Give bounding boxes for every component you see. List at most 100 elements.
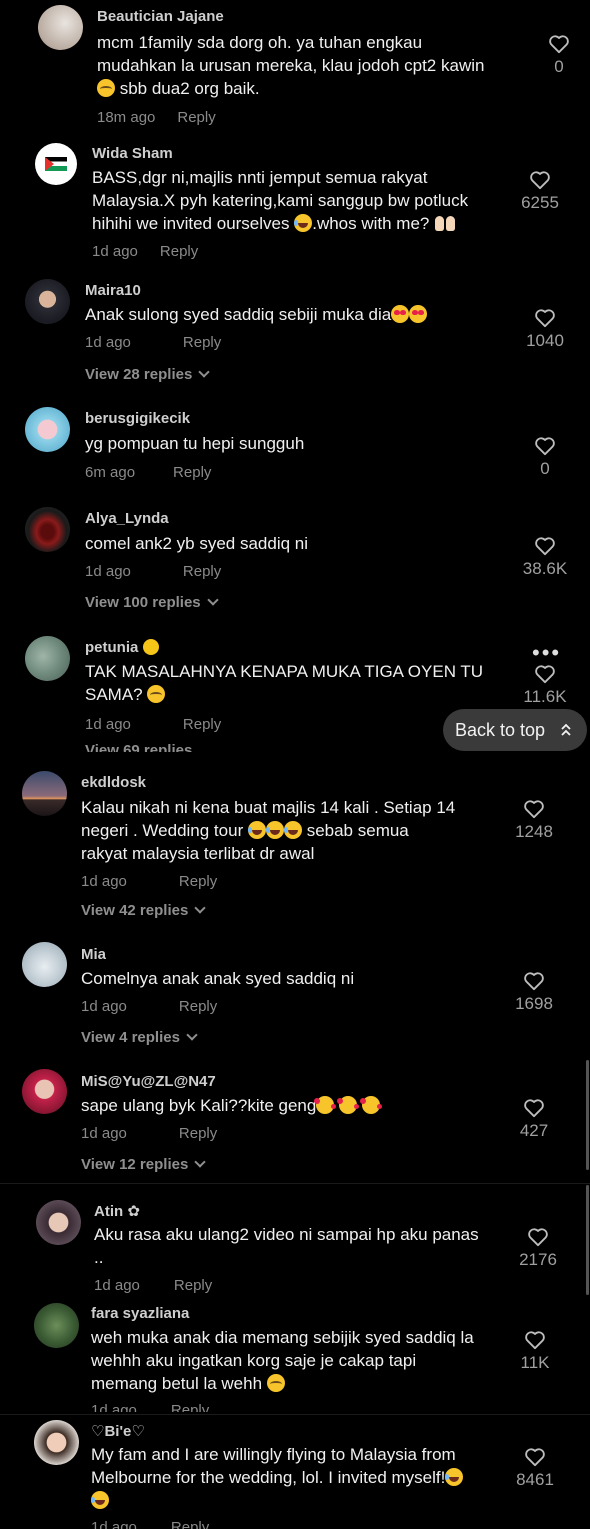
reply-button[interactable]: Reply <box>179 998 217 1015</box>
flower-emoji-icon <box>142 639 159 655</box>
reply-button[interactable]: Reply <box>183 716 221 733</box>
like-button[interactable]: 0 <box>529 34 589 77</box>
reply-button[interactable]: Reply <box>177 109 215 126</box>
party-face-emoji-icon <box>337 1096 360 1114</box>
comment-username[interactable]: petunia <box>85 639 159 656</box>
like-count: 427 <box>519 1121 549 1140</box>
view-replies-button[interactable]: View 28 replies <box>85 366 210 383</box>
avatar[interactable] <box>34 1303 79 1348</box>
laughing-emoji-icon <box>265 821 284 839</box>
like-count: 0 <box>554 57 564 76</box>
like-button[interactable]: 427 <box>504 1098 564 1141</box>
comment-text: comel ank2 yb syed saddiq ni <box>85 534 309 553</box>
like-button[interactable]: 6255 <box>510 170 570 213</box>
comment-text: Comelnya anak anak syed saddiq ni <box>81 969 355 988</box>
view-replies-button[interactable]: View 100 replies <box>85 594 219 611</box>
heart-icon <box>525 1331 545 1350</box>
comment-text: BASS,dgr ni,majlis nnti jemput semua rak… <box>92 168 469 233</box>
avatar[interactable] <box>25 407 70 452</box>
comment-username[interactable]: Alya_Lynda <box>85 510 169 527</box>
like-count: 11.6K <box>523 687 567 706</box>
avatar[interactable] <box>22 942 67 987</box>
comment-username[interactable]: berusgigikecik <box>85 410 190 427</box>
laughing-emoji-icon <box>247 821 266 839</box>
like-count: 1040 <box>526 331 564 350</box>
avatar[interactable] <box>38 5 83 50</box>
double-chevron-up-icon <box>561 723 571 736</box>
like-button[interactable]: 11K <box>505 1330 565 1373</box>
comment-text: TAK MASALAHNYA KENAPA MUKA TIGA OYEN TU … <box>85 662 484 704</box>
reply-button[interactable]: Reply <box>173 464 211 481</box>
avatar[interactable] <box>22 1069 67 1114</box>
comment-username[interactable]: Wida Sham <box>92 145 173 162</box>
avatar[interactable] <box>25 279 70 324</box>
reply-button[interactable]: Reply <box>179 873 217 890</box>
avatar[interactable] <box>25 636 70 681</box>
laughing-emoji-icon <box>283 821 302 839</box>
like-button[interactable]: 0 <box>515 436 575 479</box>
avatar[interactable] <box>22 771 67 816</box>
raising-hands-emoji-icon <box>434 214 456 232</box>
comment-text: sape ulang byk Kali??kite geng <box>81 1094 501 1117</box>
like-count: 38.6K <box>522 559 568 578</box>
comment-username[interactable]: MiS@Yu@ZL@N47 <box>81 1073 216 1090</box>
reply-button[interactable]: Reply <box>183 563 221 580</box>
avatar[interactable] <box>36 1200 81 1245</box>
like-count: 0 <box>540 459 550 478</box>
comment-username[interactable]: Beautician Jajane <box>97 8 224 25</box>
crying-emoji-icon <box>266 1374 285 1392</box>
reply-button[interactable]: Reply <box>174 1277 212 1294</box>
laughing-emoji-icon <box>294 214 313 232</box>
comment-username[interactable]: ekdldosk <box>81 774 146 791</box>
reply-button[interactable]: Reply <box>183 334 221 351</box>
back-to-top-button[interactable]: Back to top <box>443 709 587 751</box>
comment-username[interactable]: Atin ✿ <box>94 1202 140 1220</box>
comment-meta: 1d ago Reply <box>85 716 222 733</box>
back-to-top-label: Back to top <box>455 720 546 740</box>
heart-icon <box>535 437 555 456</box>
heart-icon <box>524 972 544 991</box>
comment-username[interactable]: Mia <box>81 946 106 963</box>
more-options-icon[interactable]: ••• <box>532 640 561 666</box>
scrollbar[interactable] <box>586 1185 589 1295</box>
view-replies-button[interactable]: View 4 replies <box>81 1029 198 1046</box>
avatar[interactable] <box>34 1420 79 1465</box>
like-button[interactable]: 8461 <box>505 1447 565 1490</box>
comment-text: mcm 1family sda dorg oh. ya tuhan engkau… <box>97 33 485 98</box>
like-button[interactable]: 1698 <box>504 971 564 1014</box>
divider <box>0 1414 590 1415</box>
avatar[interactable] <box>35 143 77 185</box>
heart-icon <box>535 537 555 556</box>
scrollbar[interactable] <box>586 1060 589 1170</box>
comment-meta: 1d ago Reply <box>81 998 218 1015</box>
chevron-down-icon <box>194 902 206 914</box>
avatar[interactable] <box>25 507 70 552</box>
laughing-emoji-icon <box>91 1491 109 1509</box>
comment-username[interactable]: fara syazliana <box>91 1305 189 1322</box>
view-replies-button[interactable]: View 12 replies <box>81 1156 206 1173</box>
like-button[interactable]: 11.6K <box>515 664 575 707</box>
like-count: 11K <box>520 1353 550 1372</box>
comment-text: Aku rasa aku ulang2 video ni sampai hp a… <box>94 1225 479 1267</box>
view-replies-button[interactable]: View 42 replies <box>81 902 206 919</box>
comment-text: weh muka anak dia memang sebijik syed sa… <box>91 1328 474 1393</box>
comment-username[interactable]: Maira10 <box>85 282 141 299</box>
like-button[interactable]: 1248 <box>504 799 564 842</box>
like-count: 8461 <box>516 1470 554 1489</box>
like-button[interactable]: 1040 <box>515 308 575 351</box>
comment-meta-clipped: 1d ago Reply <box>91 1519 210 1529</box>
divider <box>0 1183 590 1184</box>
comment-username[interactable]: ♡Bi'e♡ <box>91 1422 145 1440</box>
chevron-down-icon <box>194 1156 206 1168</box>
reply-button[interactable]: Reply <box>179 1125 217 1142</box>
like-button[interactable]: 38.6K <box>515 536 575 579</box>
comment-meta: 1d ago Reply <box>85 563 222 580</box>
reply-button[interactable]: Reply <box>160 243 198 260</box>
comment-text: Kalau nikah ni kena buat majlis 14 kali … <box>81 798 456 863</box>
like-count: 1248 <box>515 822 553 841</box>
heart-eyes-emoji-icon <box>409 305 428 323</box>
heart-icon <box>535 309 555 328</box>
view-replies-clipped[interactable]: View 69 replies <box>85 740 225 752</box>
like-button[interactable]: 2176 <box>508 1227 568 1270</box>
like-count: 6255 <box>521 193 559 212</box>
